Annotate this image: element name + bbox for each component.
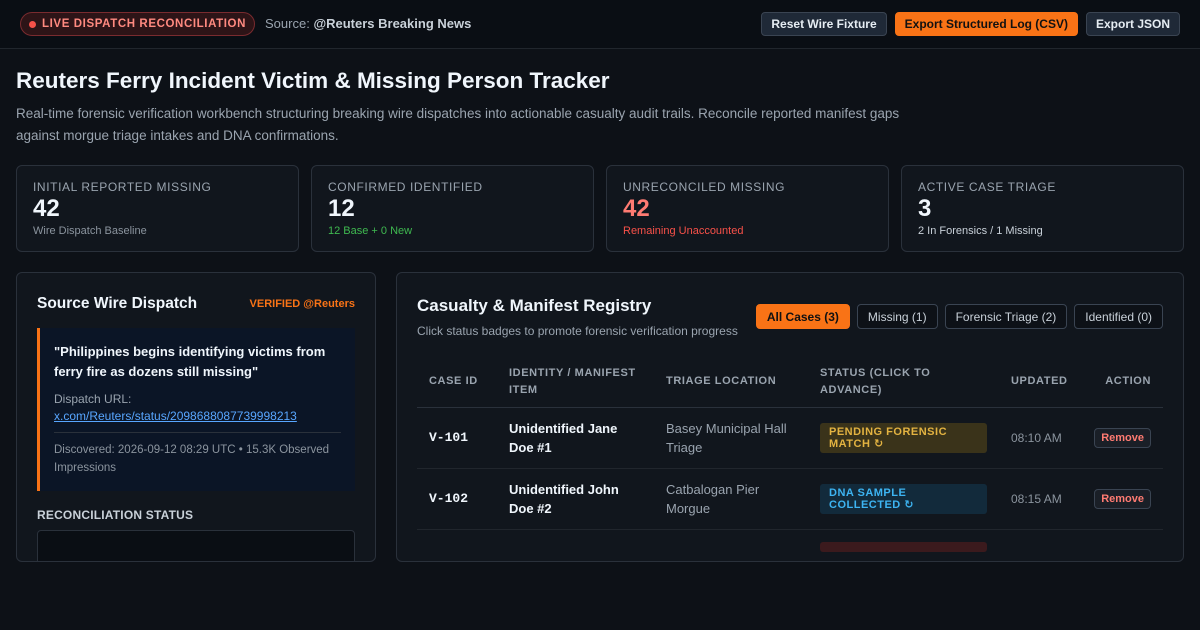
stat-label: Active Case Triage	[918, 180, 1056, 194]
status-badge[interactable]	[820, 541, 987, 552]
updated-cell: 08:15 AM	[999, 468, 1081, 530]
stat-card-initial-missing: Initial Reported Missing 42 Wire Dispatc…	[16, 165, 299, 252]
page-title: Reuters Ferry Incident Victim & Missing …	[16, 68, 610, 93]
dispatch-headline: "Philippines begins identifying victims …	[54, 344, 326, 379]
registry-filters: All Cases (3) Missing (1) Forensic Triag…	[755, 304, 1163, 329]
dispatch-card: "Philippines begins identifying victims …	[37, 328, 355, 491]
status-badge[interactable]: DNA SAMPLE COLLECTED ↻	[820, 483, 987, 514]
filter-all-cases[interactable]: All Cases (3)	[755, 304, 850, 329]
source-line: Source: @Reuters Breaking News	[265, 16, 471, 31]
source-prefix: Source:	[265, 16, 310, 31]
stat-subtext: 2 In Forensics / 1 Missing	[918, 225, 1043, 237]
action-cell: Remove	[1081, 468, 1163, 530]
registry-title: Casualty & Manifest Registry	[417, 296, 652, 315]
case-id-cell: V-102	[417, 468, 497, 530]
stat-value: 3	[918, 195, 932, 222]
filter-forensic-triage[interactable]: Forensic Triage (2)	[944, 304, 1068, 329]
table-row: V-102 Unidentified John Doe #2 Catbaloga…	[417, 468, 1163, 530]
status-badge[interactable]: PENDING FORENSIC MATCH ↻	[820, 422, 987, 453]
remove-button[interactable]: Remove	[1094, 488, 1151, 509]
stat-subtext: Wire Dispatch Baseline	[33, 225, 147, 237]
source-dispatch-panel: Source Wire Dispatch VERIFIED @Reuters "…	[16, 272, 376, 562]
divider	[54, 432, 341, 433]
stat-card-active-triage: Active Case Triage 3 2 In Forensics / 1 …	[901, 165, 1184, 252]
status-cell: PENDING FORENSIC MATCH ↻	[808, 407, 999, 469]
stat-value: 42	[623, 195, 650, 222]
action-cell	[1081, 529, 1163, 561]
action-cell: Remove	[1081, 407, 1163, 469]
identity-cell: Unidentified Jane Doe #1	[497, 407, 654, 469]
column-header-status[interactable]: Status (Click to Advance)	[808, 357, 999, 408]
export-json-button[interactable]: Export JSON	[1085, 12, 1180, 36]
top-actions: Reset Wire Fixture Export Structured Log…	[761, 12, 1180, 36]
location-cell: Catbalogan Pier Morgue	[654, 468, 808, 530]
column-header-case-id[interactable]: Case ID	[417, 357, 497, 408]
updated-cell	[999, 529, 1081, 561]
discovered-meta: Discovered: 2026-09-12 08:29 UTC • 15.3K…	[54, 444, 330, 474]
stat-value: 12	[328, 195, 355, 222]
column-header-action: Action	[1081, 357, 1163, 408]
updated-cell: 08:10 AM	[999, 407, 1081, 469]
reset-wire-fixture-button[interactable]: Reset Wire Fixture	[761, 12, 887, 36]
identity-cell: Unidentified John Doe #2	[497, 468, 654, 530]
table-header-row: Case ID Identity / Manifest Item Triage …	[417, 357, 1163, 408]
live-status-badge: LIVE DISPATCH RECONCILIATION	[20, 12, 255, 36]
status-cell	[808, 529, 999, 561]
dispatch-url-link[interactable]: x.com/Reuters/status/2098688087739998213	[54, 409, 341, 423]
source-handle: @Reuters Breaking News	[313, 16, 472, 31]
identity-cell	[497, 529, 654, 561]
case-id-cell: V-101	[417, 407, 497, 469]
registry-table: Case ID Identity / Manifest Item Triage …	[417, 357, 1163, 561]
stat-label: Initial Reported Missing	[33, 180, 212, 194]
remove-button[interactable]: Remove	[1094, 427, 1151, 448]
registry-subtitle: Click status badges to promote forensic …	[417, 324, 738, 338]
live-status-label: LIVE DISPATCH RECONCILIATION	[42, 18, 246, 30]
top-bar: LIVE DISPATCH RECONCILIATION Source: @Re…	[0, 0, 1200, 49]
location-cell	[654, 529, 808, 561]
column-header-identity[interactable]: Identity / Manifest Item	[497, 357, 654, 408]
stat-value: 42	[33, 195, 60, 222]
page-description: Real-time forensic verification workbenc…	[16, 106, 900, 143]
verified-badge: VERIFIED @Reuters	[249, 298, 355, 310]
stat-label: Unreconciled Missing	[623, 180, 786, 194]
case-id-cell	[417, 529, 497, 561]
export-csv-button[interactable]: Export Structured Log (CSV)	[894, 12, 1078, 36]
column-header-location[interactable]: Triage Location	[654, 357, 808, 408]
live-dot-icon	[29, 20, 36, 28]
filter-missing[interactable]: Missing (1)	[856, 304, 938, 329]
column-header-updated[interactable]: Updated	[999, 357, 1081, 408]
stat-label: Confirmed Identified	[328, 180, 483, 194]
dispatch-panel-title: Source Wire Dispatch	[37, 295, 198, 312]
reconciliation-status-box	[37, 530, 355, 561]
stat-subtext: Remaining Unaccounted	[623, 225, 744, 237]
stat-subtext: 12 Base + 0 New	[328, 225, 413, 237]
stat-card-confirmed-identified: Confirmed Identified 12 12 Base + 0 New	[311, 165, 594, 252]
casualty-registry-panel: Casualty & Manifest Registry Click statu…	[396, 272, 1184, 562]
table-row: V-101 Unidentified Jane Doe #1 Basey Mun…	[417, 407, 1163, 469]
reconciliation-status-label: RECONCILIATION STATUS	[37, 508, 194, 522]
filter-identified[interactable]: Identified (0)	[1074, 304, 1163, 329]
location-cell: Basey Municipal Hall Triage	[654, 407, 808, 469]
stat-card-unreconciled-missing: Unreconciled Missing 42 Remaining Unacco…	[606, 165, 889, 252]
table-row	[417, 529, 1163, 561]
status-cell: DNA SAMPLE COLLECTED ↻	[808, 468, 999, 530]
dispatch-url-label: Dispatch URL:	[54, 392, 132, 406]
